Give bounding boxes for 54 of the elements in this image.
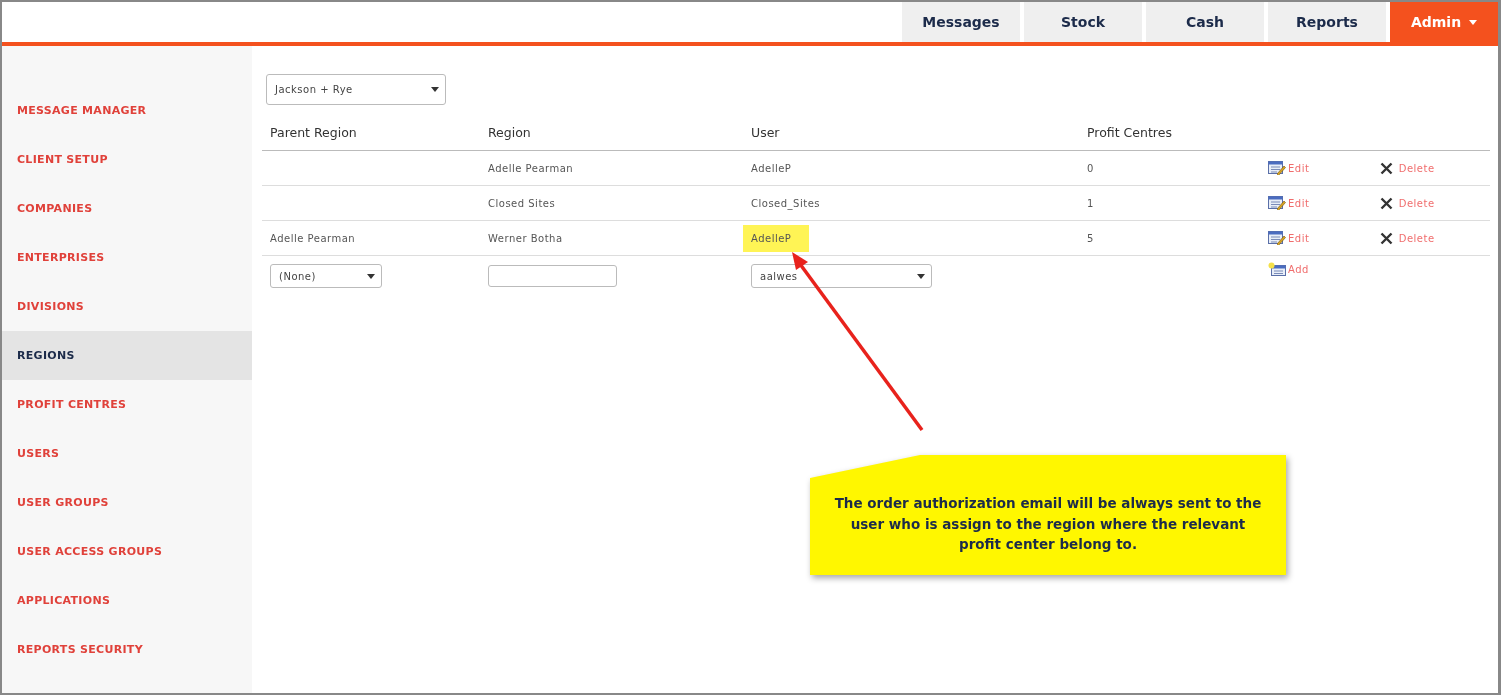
client-dropdown[interactable]: Jackson + Rye <box>266 74 446 105</box>
sidebar-item[interactable]: REGIONS <box>2 331 252 380</box>
column-header: Region <box>480 119 743 151</box>
sidebar-item[interactable]: USER ACCESS GROUPS <box>2 527 252 576</box>
caret-icon <box>1469 19 1478 25</box>
column-header: Profit Centres <box>1079 119 1260 151</box>
delete-link[interactable]: Delete <box>1380 161 1435 175</box>
sidebar-item[interactable]: MESSAGE MANAGER <box>2 86 252 135</box>
table-cell: 0 <box>1079 151 1260 186</box>
delete-link[interactable]: Delete <box>1380 231 1435 245</box>
parent-region-dropdown[interactable]: (None) <box>270 264 382 288</box>
edit-table-icon <box>1268 196 1286 210</box>
table-cell: Adelle Pearman <box>480 151 743 186</box>
sidebar-item[interactable]: USER GROUPS <box>2 478 252 527</box>
close-icon <box>1380 196 1393 210</box>
edit-table-icon <box>1268 161 1286 175</box>
user-dropdown[interactable]: aalwes <box>751 264 932 288</box>
add-table-icon <box>1268 262 1286 276</box>
sidebar-item[interactable]: USERS <box>2 429 252 478</box>
highlighted-user: AdelleP <box>743 224 810 252</box>
sidebar-item[interactable]: APPLICATIONS <box>2 576 252 625</box>
table-cell: Closed Sites <box>480 186 743 221</box>
edit-table-icon <box>1268 231 1286 245</box>
nav-tab[interactable]: Stock <box>1024 2 1142 42</box>
caret-icon <box>367 273 375 279</box>
callout-text: The order authorization email will be always sent to the user who is assign to the region where the relevant profit center belong to. <box>833 493 1263 555</box>
table-cell: Closed_Sites <box>751 197 820 209</box>
column-header: User <box>743 119 1079 151</box>
sidebar-item[interactable]: COMPANIES <box>2 184 252 233</box>
close-icon <box>1380 161 1393 175</box>
nav-tab[interactable]: Messages <box>902 2 1020 42</box>
sidebar-item[interactable]: PROFIT CENTRES <box>2 380 252 429</box>
edit-link[interactable]: Edit <box>1268 196 1310 210</box>
nav-tab[interactable]: Cash <box>1146 2 1264 42</box>
nav-tab[interactable]: Reports <box>1268 2 1386 42</box>
table-cell: 5 <box>1079 221 1260 256</box>
caret-icon <box>917 273 925 279</box>
column-header: Parent Region <box>262 119 480 151</box>
sidebar-item[interactable]: REPORTS SECURITY <box>2 625 252 674</box>
table-cell: Werner Botha <box>480 221 743 256</box>
edit-link[interactable]: Edit <box>1268 161 1310 175</box>
edit-link[interactable]: Edit <box>1268 231 1310 245</box>
region-input[interactable] <box>488 265 617 287</box>
sidebar-item[interactable]: ENTERPRISES <box>2 233 252 282</box>
table-cell: AdelleP <box>751 162 792 174</box>
nav-tab[interactable]: Admin <box>1390 2 1498 42</box>
table-cell: 1 <box>1079 186 1260 221</box>
delete-link[interactable]: Delete <box>1380 196 1435 210</box>
sidebar-item[interactable]: CLIENT SETUP <box>2 135 252 184</box>
add-link[interactable]: Add <box>1268 262 1309 276</box>
table-cell: Adelle Pearman <box>262 221 480 256</box>
caret-icon <box>431 87 439 92</box>
close-icon <box>1380 231 1393 245</box>
sidebar-item[interactable]: DIVISIONS <box>2 282 252 331</box>
